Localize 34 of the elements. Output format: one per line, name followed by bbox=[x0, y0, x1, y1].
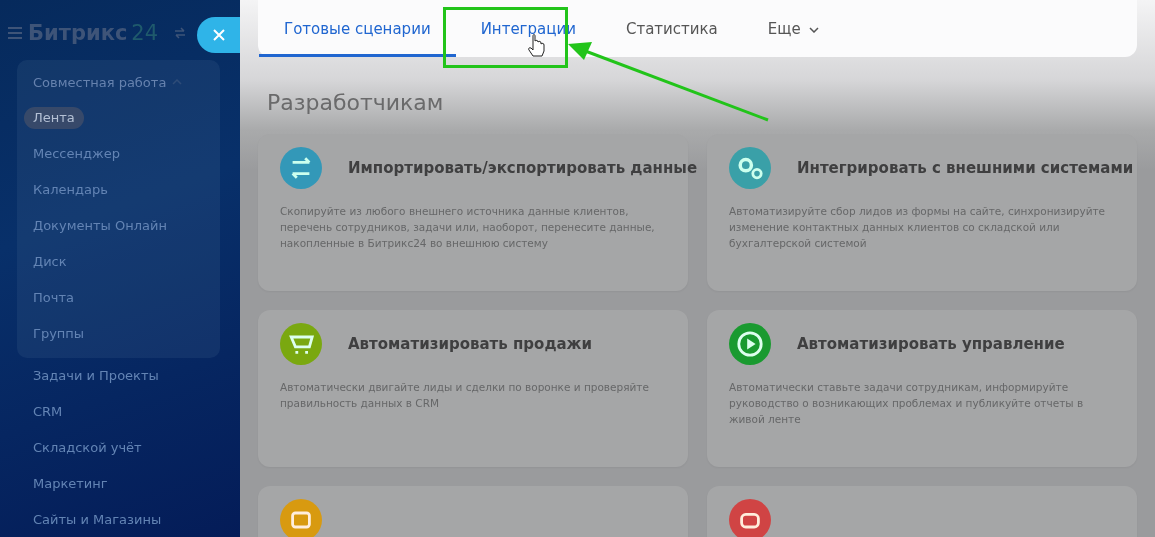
card-title[interactable]: Автоматизировать продажи bbox=[348, 335, 593, 353]
scenario-card[interactable]: Автоматизировать продажи Автоматически двигайте лиды и сделки по воронке и проверяйте правильность данных в CRM bbox=[258, 310, 688, 467]
tab[interactable]: Готовые сценарии bbox=[259, 0, 456, 57]
sidebar-item[interactable]: Маркетинг bbox=[33, 476, 108, 491]
sidebar-item[interactable]: Группы bbox=[33, 326, 85, 341]
card-title[interactable]: Автоматизировать управление bbox=[797, 335, 1065, 353]
chevron-icon[interactable] bbox=[172, 79, 183, 85]
card-title[interactable]: Интегрировать с внешними системами bbox=[797, 159, 1134, 177]
card-description: Автоматически ставьте задачи сотрудникам, информируйте руководство о возникающих проблемах и публикуйте отчеты в живой ленте bbox=[729, 380, 1085, 427]
tab[interactable]: Статистика bbox=[600, 0, 743, 57]
group-header[interactable]: Совместная работа bbox=[33, 74, 167, 90]
sidebar-item[interactable]: Сайты и Магазины bbox=[33, 512, 162, 527]
close-icon bbox=[212, 29, 225, 41]
close-button[interactable] bbox=[197, 17, 240, 53]
sidebar-item[interactable]: Лента bbox=[24, 107, 84, 129]
scenario-card[interactable]: Интегрировать с внешними системами Автоматизируйте сбор лидов из формы на сайте, синхронизируйте изменение контактных данных клиентов со складской или бухгалтерской системой bbox=[707, 134, 1137, 291]
logo-text: Битрикс bbox=[28, 21, 128, 45]
card-title[interactable]: Импортировать/экспортировать данные bbox=[348, 159, 698, 177]
tab[interactable]: Еще bbox=[742, 0, 844, 57]
card-description: Автоматически двигайте лиды и сделки по воронке и проверяйте правильность данных в CRM bbox=[280, 380, 650, 411]
sidebar-item[interactable]: CRM bbox=[33, 404, 63, 419]
sidebar-item[interactable]: Почта bbox=[33, 290, 74, 305]
card-description: Скопируйте из любого внешнего источника данные клиентов, перечень сотрудников, задачи или, наоборот, перенесите данные, накопленные в Битрикс24 во внешнюю систему bbox=[280, 204, 656, 251]
sidebar-item[interactable]: Календарь bbox=[33, 182, 108, 197]
sidebar-item[interactable]: Документы Онлайн bbox=[33, 218, 167, 233]
sidebar-item[interactable]: Диск bbox=[33, 254, 67, 269]
sidebar-item[interactable]: Задачи и Проекты bbox=[33, 368, 159, 383]
section-heading: Разработчикам bbox=[267, 89, 445, 116]
scenario-card[interactable]: Автоматизировать управление Автоматически ставьте задачи сотрудникам, информируйте руководство о возникающих проблемах и публикуйте отчеты в живой ленте bbox=[707, 310, 1137, 467]
sidebar-item[interactable]: Складской учёт bbox=[33, 440, 142, 455]
menu-icon[interactable] bbox=[8, 27, 22, 39]
swap-icon[interactable] bbox=[174, 27, 187, 39]
sidebar-item[interactable]: Мессенджер bbox=[33, 146, 120, 161]
card-description: Автоматизируйте сбор лидов из формы на сайте, синхронизируйте изменение контактных данных клиентов со складской или бухгалтерской системой bbox=[729, 204, 1107, 251]
